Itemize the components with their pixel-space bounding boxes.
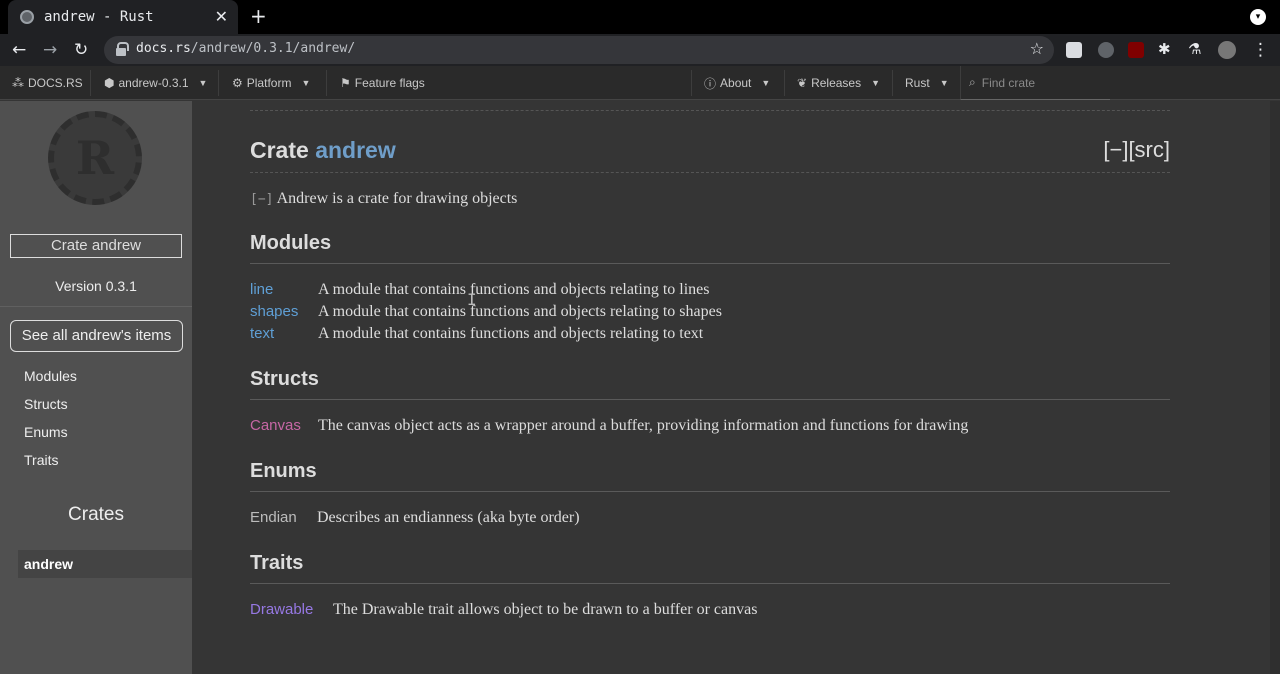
leaf-icon: ❦ xyxy=(797,76,808,90)
main-content: Crate andrew [−][src] [−] Andrew is a cr… xyxy=(192,101,1270,674)
address-bar[interactable]: docs.rs/andrew/0.3.1/andrew/ ☆ xyxy=(104,36,1054,64)
nav-divider xyxy=(90,70,91,96)
crates-heading: Crates xyxy=(68,504,124,525)
chevron-down-icon: ▼ xyxy=(761,78,771,88)
tab-search-icon[interactable]: ▾ xyxy=(1250,9,1266,25)
back-arrow-icon[interactable]: ← xyxy=(12,40,26,60)
trait-link-drawable[interactable]: Drawable xyxy=(250,601,313,618)
page-scrollbar[interactable] xyxy=(1270,101,1280,674)
browser-toolbar: ← → ↻ docs.rs/andrew/0.3.1/andrew/ ☆ ✱ ⚗… xyxy=(0,34,1280,66)
top-divider xyxy=(250,110,1170,111)
docsrs-navbar: ⁂ DOCS.RS ⬢ andrew-0.3.1 ▼ ⚙ Platform ▼ … xyxy=(0,66,1280,100)
labs-flask-icon[interactable]: ⚗ xyxy=(1188,40,1201,58)
collapse-toggle[interactable]: [−] xyxy=(250,192,273,207)
sidebar-divider xyxy=(0,306,192,307)
section-traits-heading[interactable]: Traits xyxy=(250,552,303,575)
crate-description: [−] Andrew is a crate for drawing object… xyxy=(250,190,518,207)
sidebar-crate-label: Crate andrew xyxy=(10,234,182,258)
section-divider xyxy=(250,399,1170,400)
section-modules-heading[interactable]: Modules xyxy=(250,232,331,255)
rust-logo[interactable]: R xyxy=(48,111,142,205)
nav-divider xyxy=(218,70,219,96)
docsrs-home-link[interactable]: ⁂ DOCS.RS xyxy=(0,66,95,100)
sidebar-item-enums[interactable]: Enums xyxy=(24,424,68,440)
extensions-puzzle-icon[interactable]: ✱ xyxy=(1158,40,1171,58)
struct-desc: The canvas object acts as a wrapper arou… xyxy=(318,417,969,434)
tab-close-icon[interactable]: ✕ xyxy=(215,7,228,26)
chevron-down-icon: ▼ xyxy=(198,78,208,88)
module-link-text[interactable]: text xyxy=(250,325,274,342)
cubes-icon: ⁂ xyxy=(12,76,24,90)
platform-menu[interactable]: ⚙ Platform ▼ xyxy=(220,66,322,100)
section-divider xyxy=(250,263,1170,264)
sidebar-crate-andrew[interactable]: andrew xyxy=(18,550,192,578)
info-icon: ⓘ xyxy=(704,76,717,91)
sidebar: R Crate andrew Version 0.3.1 See all and… xyxy=(0,101,192,674)
extension-glasses-icon[interactable] xyxy=(1098,42,1114,58)
module-desc: A module that contains functions and obj… xyxy=(318,303,722,320)
url-text: docs.rs/andrew/0.3.1/andrew/ xyxy=(136,41,356,56)
new-tab-button[interactable]: + xyxy=(250,4,267,28)
module-link-line[interactable]: line xyxy=(250,281,273,298)
feature-flags-link[interactable]: ⚑ Feature flags xyxy=(328,66,437,100)
sidebar-item-modules[interactable]: Modules xyxy=(24,368,77,384)
bookmark-star-icon[interactable]: ☆ xyxy=(1030,39,1044,58)
browser-menu-icon[interactable]: ⋮ xyxy=(1252,40,1269,60)
crate-version-menu[interactable]: ⬢ andrew-0.3.1 ▼ xyxy=(92,66,219,100)
text-cursor-icon: I xyxy=(467,290,477,309)
sidebar-version: Version 0.3.1 xyxy=(55,278,137,294)
section-divider xyxy=(250,583,1170,584)
ublock-icon[interactable] xyxy=(1128,42,1144,58)
cube-icon: ⬢ xyxy=(104,76,115,90)
reload-icon[interactable]: ↻ xyxy=(74,40,88,60)
browser-tab-strip: andrew - Rust ✕ + ▾ xyxy=(0,0,1280,34)
section-enums-heading[interactable]: Enums xyxy=(250,460,317,483)
see-all-items-button[interactable]: See all andrew's items xyxy=(10,320,183,352)
about-menu[interactable]: ⓘ About ▼ xyxy=(692,66,782,100)
crate-name-link[interactable]: andrew xyxy=(315,137,396,163)
enum-link-endian[interactable]: Endian xyxy=(250,509,297,526)
module-link-shapes[interactable]: shapes xyxy=(250,303,298,320)
profile-avatar[interactable] xyxy=(1218,41,1236,59)
module-desc: A module that contains functions and obj… xyxy=(318,325,704,342)
nav-divider xyxy=(326,70,327,96)
section-divider xyxy=(250,491,1170,492)
title-divider xyxy=(250,172,1170,173)
rust-favicon-icon xyxy=(20,10,34,24)
browser-tab[interactable]: andrew - Rust ✕ xyxy=(8,0,238,34)
chevron-down-icon: ▼ xyxy=(301,78,311,88)
rust-menu[interactable]: Rust ▼ xyxy=(893,66,961,100)
trait-desc: The Drawable trait allows object to be d… xyxy=(333,601,758,618)
chevron-down-icon: ▼ xyxy=(871,78,881,88)
enum-desc: Describes an endianness (aka byte order) xyxy=(317,509,580,526)
forward-arrow-icon[interactable]: → xyxy=(43,40,57,60)
search-icon: ⌕ xyxy=(969,75,976,89)
gears-icon: ⚙ xyxy=(232,76,243,90)
extension-icon[interactable] xyxy=(1066,42,1082,58)
search-placeholder: Find crate xyxy=(981,75,1036,90)
chevron-down-icon: ▼ xyxy=(939,78,949,88)
module-desc: A module that contains functions and obj… xyxy=(318,281,710,298)
sidebar-item-structs[interactable]: Structs xyxy=(24,396,68,412)
releases-menu[interactable]: ❦ Releases ▼ xyxy=(785,66,892,100)
flag-icon: ⚑ xyxy=(340,76,351,90)
tab-title: andrew - Rust xyxy=(44,9,154,25)
struct-link-canvas[interactable]: Canvas xyxy=(250,417,301,434)
sidebar-item-traits[interactable]: Traits xyxy=(24,452,58,468)
lock-icon[interactable] xyxy=(116,42,129,56)
page-title: Crate andrew xyxy=(250,137,396,163)
collapse-src-links[interactable]: [−][src] xyxy=(1103,137,1170,163)
section-structs-heading[interactable]: Structs xyxy=(250,368,319,391)
find-crate-search[interactable]: ⌕ Find crate xyxy=(960,66,1110,100)
